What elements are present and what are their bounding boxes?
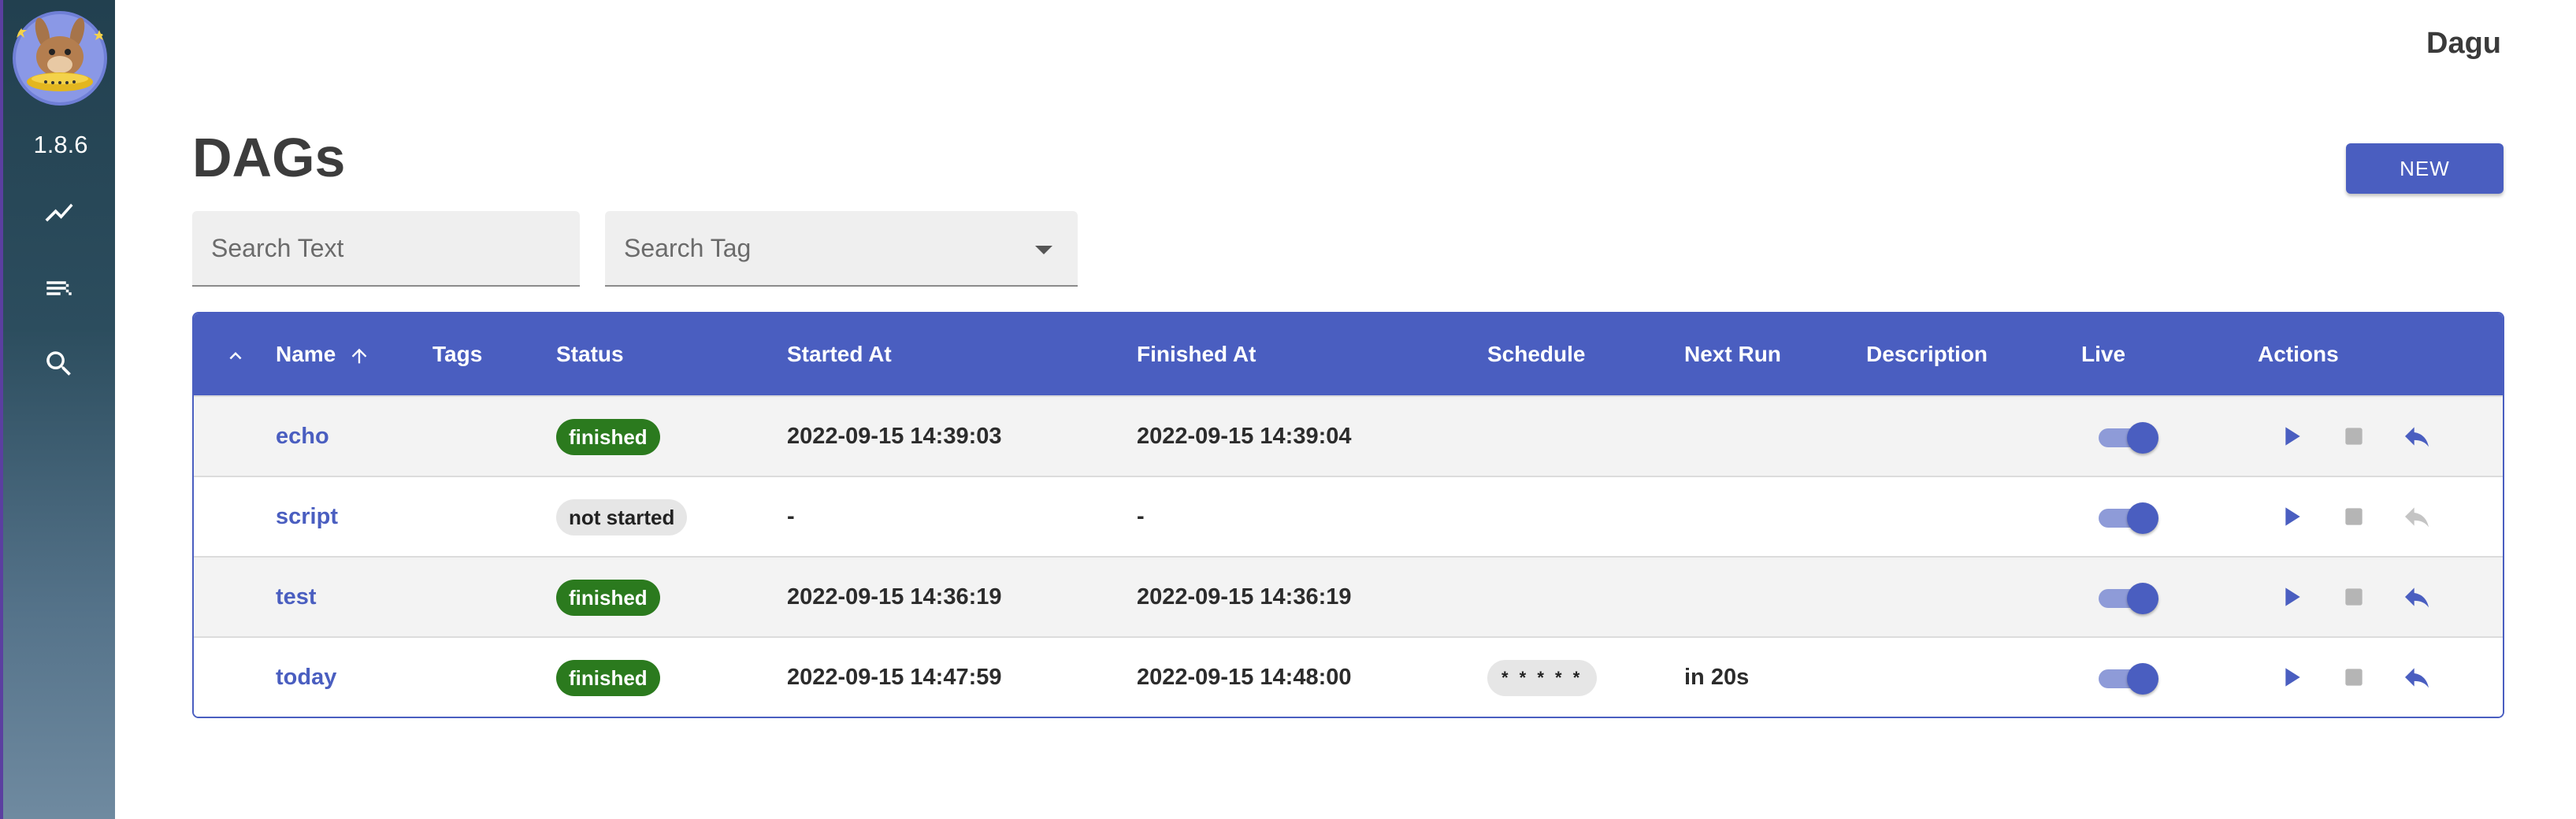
- next-run: in 20s: [1684, 665, 1750, 690]
- new-dag-button[interactable]: NEW: [2346, 143, 2504, 194]
- dagu-logo: [13, 11, 107, 106]
- start-icon[interactable]: [2273, 419, 2308, 454]
- dags-table: Name Tags Status Started At Finished At …: [192, 312, 2504, 718]
- table-row[interactable]: today finished 2022-09-15 14:47:59 2022-…: [194, 636, 2503, 717]
- retry-icon[interactable]: [2400, 580, 2434, 614]
- status-badge: finished: [556, 580, 660, 617]
- header-status[interactable]: Status: [556, 313, 624, 395]
- caret-down-icon[interactable]: [1035, 246, 1052, 254]
- header-description[interactable]: Description: [1866, 313, 1988, 395]
- stop-icon[interactable]: [2337, 499, 2371, 534]
- start-icon[interactable]: [2273, 499, 2308, 534]
- status-badge: finished: [556, 419, 660, 456]
- header-name-label: Name: [276, 342, 336, 366]
- header-tags[interactable]: Tags: [432, 313, 482, 395]
- brand-title: Dagu: [2426, 27, 2501, 60]
- dag-name-link[interactable]: echo: [276, 424, 329, 449]
- list-icon[interactable]: [39, 268, 80, 309]
- dag-name-link[interactable]: today: [276, 665, 336, 690]
- search-text-input[interactable]: [211, 211, 551, 285]
- header-started-at[interactable]: Started At: [787, 313, 892, 395]
- header-next-run[interactable]: Next Run: [1684, 313, 1781, 395]
- sort-ascending-icon[interactable]: [348, 345, 370, 367]
- finished-at: 2022-09-15 14:48:00: [1137, 665, 1352, 690]
- started-at: 2022-09-15 14:36:19: [787, 584, 1002, 610]
- page-title: DAGs: [192, 127, 346, 188]
- status-badge: not started: [556, 499, 688, 536]
- search-icon[interactable]: [39, 343, 80, 384]
- table-header: Name Tags Status Started At Finished At …: [194, 313, 2503, 395]
- dag-name-link[interactable]: script: [276, 504, 338, 529]
- chart-line-icon[interactable]: [39, 192, 80, 233]
- live-toggle[interactable]: [2099, 502, 2158, 534]
- retry-icon[interactable]: [2400, 499, 2434, 534]
- started-at: 2022-09-15 14:39:03: [787, 424, 1002, 449]
- retry-icon[interactable]: [2400, 660, 2434, 695]
- table-row[interactable]: test finished 2022-09-15 14:36:19 2022-0…: [194, 556, 2503, 636]
- collapse-all-icon[interactable]: [224, 313, 247, 395]
- finished-at: -: [1137, 504, 1145, 529]
- dag-name-link[interactable]: test: [276, 584, 317, 610]
- header-schedule[interactable]: Schedule: [1487, 313, 1585, 395]
- header-finished-at[interactable]: Finished At: [1137, 313, 1256, 395]
- stop-icon[interactable]: [2337, 580, 2371, 614]
- schedule-chip: * * * * *: [1487, 660, 1598, 697]
- search-text-field[interactable]: [192, 211, 580, 287]
- start-icon[interactable]: [2273, 580, 2308, 614]
- sidebar: 1.8.6: [0, 0, 115, 819]
- start-icon[interactable]: [2273, 660, 2308, 695]
- live-toggle[interactable]: [2099, 583, 2158, 614]
- header-live[interactable]: Live: [2081, 313, 2125, 395]
- status-badge: finished: [556, 660, 660, 697]
- header-name[interactable]: Name: [276, 313, 370, 395]
- live-toggle[interactable]: [2099, 422, 2158, 454]
- finished-at: 2022-09-15 14:36:19: [1137, 584, 1352, 610]
- search-tag-input[interactable]: [624, 211, 1049, 285]
- started-at: -: [787, 504, 795, 529]
- header-actions: Actions: [2258, 342, 2339, 366]
- app-version: 1.8.6: [33, 131, 88, 158]
- started-at: 2022-09-15 14:47:59: [787, 665, 1002, 690]
- stop-icon[interactable]: [2337, 419, 2371, 454]
- live-toggle[interactable]: [2099, 663, 2158, 695]
- search-tag-field[interactable]: [605, 211, 1078, 287]
- table-row[interactable]: script not started - -: [194, 476, 2503, 556]
- retry-icon[interactable]: [2400, 419, 2434, 454]
- stop-icon[interactable]: [2337, 660, 2371, 695]
- finished-at: 2022-09-15 14:39:04: [1137, 424, 1352, 449]
- table-row[interactable]: echo finished 2022-09-15 14:39:03 2022-0…: [194, 395, 2503, 476]
